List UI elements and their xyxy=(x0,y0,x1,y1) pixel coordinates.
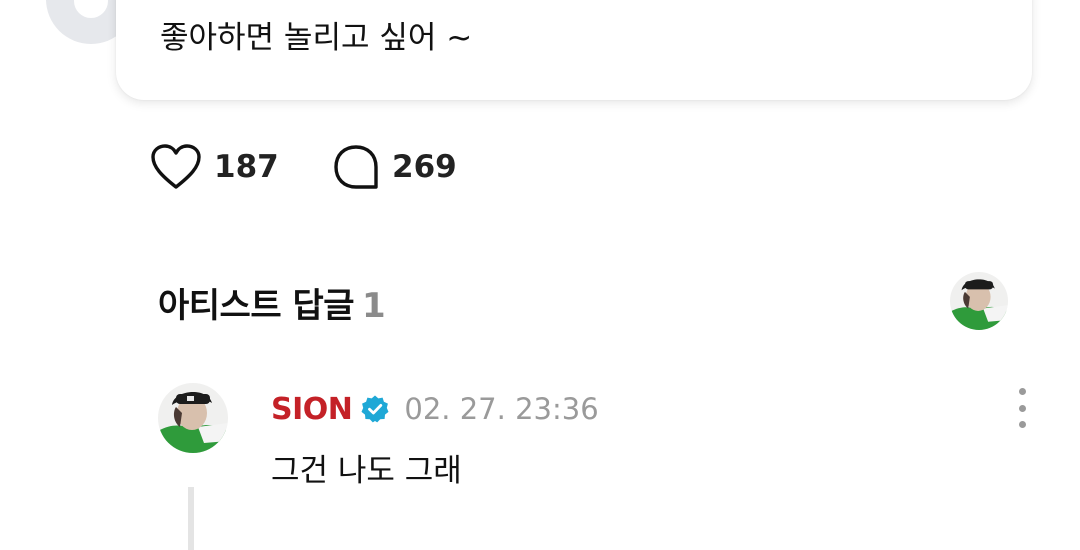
verified-badge-icon xyxy=(361,395,389,423)
comment-thread-screen: 좋아하면 놀리고 싶어 ~ 187 269 아티스트 답글 1 SION 02.… xyxy=(0,0,1080,550)
section-title: 아티스트 답글 xyxy=(158,286,355,326)
comment-count: 269 xyxy=(392,149,457,185)
more-options-button[interactable] xyxy=(1008,388,1036,428)
like-count: 187 xyxy=(214,149,279,185)
reply-text: 그건 나도 그래 xyxy=(271,453,462,489)
default-user-icon xyxy=(74,0,108,18)
comment-button[interactable]: 269 xyxy=(332,142,457,192)
more-vertical-icon xyxy=(1018,388,1026,395)
like-button[interactable]: 187 xyxy=(150,142,279,192)
post-text: 좋아하면 놀리고 싶어 ~ xyxy=(160,20,473,56)
comment-bubble-icon xyxy=(334,145,378,189)
reply-meta: SION 02. 27. 23:36 xyxy=(271,389,599,429)
thread-line xyxy=(188,487,194,550)
section-count: 1 xyxy=(362,286,386,326)
artist-avatar-small[interactable] xyxy=(950,272,1008,330)
artist-photo xyxy=(158,383,228,453)
reply-timestamp: 02. 27. 23:36 xyxy=(404,392,599,426)
artist-reply-header: 아티스트 답글 1 xyxy=(158,278,386,327)
heart-icon xyxy=(151,144,201,189)
post-bubble: 좋아하면 놀리고 싶어 ~ xyxy=(116,0,1032,100)
reply-author-name[interactable]: SION xyxy=(271,392,353,427)
artist-photo xyxy=(950,272,1008,330)
reply-author-avatar[interactable] xyxy=(158,383,228,453)
